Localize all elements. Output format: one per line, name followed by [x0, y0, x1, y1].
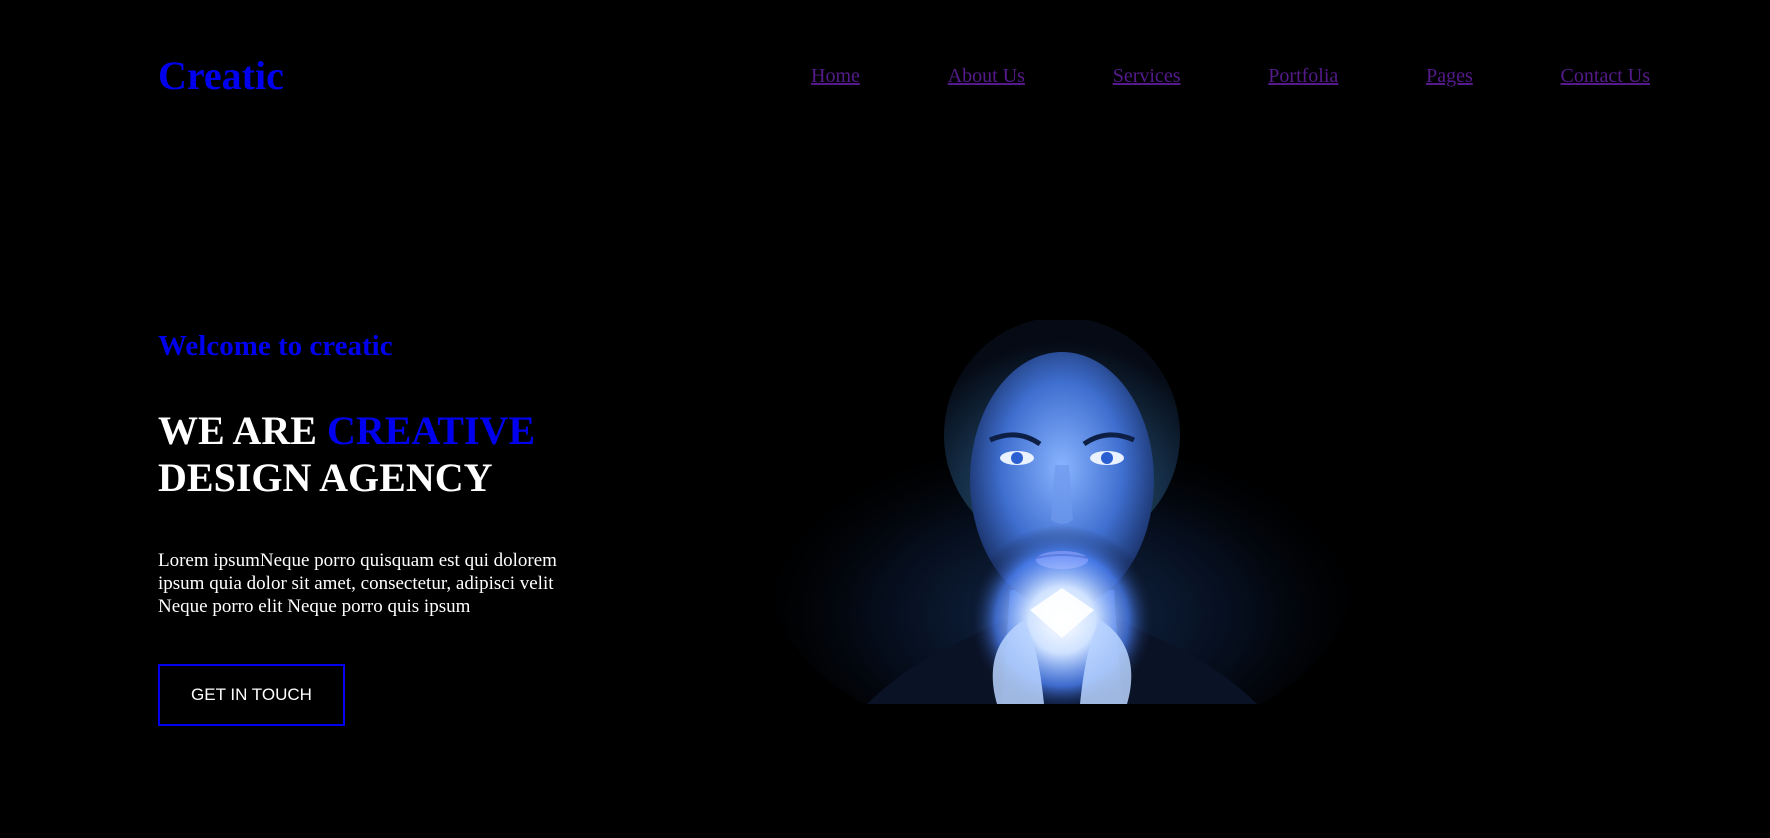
- nav-link-portfolio[interactable]: Portfolia: [1268, 65, 1338, 87]
- nav-link-about-us[interactable]: About Us: [948, 65, 1025, 87]
- nav-item-pages: Pages: [1426, 64, 1473, 88]
- nav-item-contact: Contact Us: [1561, 64, 1650, 88]
- hero-paragraph: Lorem ipsumNeque porro quisquam est qui …: [158, 550, 557, 617]
- welcome-heading: Welcome to creatic: [158, 330, 393, 362]
- site-logo[interactable]: Creatic: [158, 52, 284, 100]
- nav-link-home[interactable]: Home: [811, 65, 860, 87]
- headline-text-we-are: WE ARE: [158, 408, 327, 453]
- main-nav: Home About Us Services Portfolia Pages C…: [811, 64, 1650, 88]
- hero-headline: WE ARE CREATIVE DESIGN AGENCY: [158, 407, 535, 501]
- nav-link-pages[interactable]: Pages: [1426, 65, 1473, 87]
- headline-accent-creative: CREATIVE: [326, 408, 536, 453]
- nav-link-services[interactable]: Services: [1113, 65, 1181, 87]
- nav-item-portfolio: Portfolia: [1268, 64, 1338, 88]
- hero-portrait-image: [772, 320, 1352, 704]
- get-in-touch-button[interactable]: GET IN TOUCH: [158, 664, 345, 726]
- nav-link-contact-us[interactable]: Contact Us: [1561, 65, 1650, 87]
- nav-item-services: Services: [1113, 64, 1181, 88]
- nav-item-about: About Us: [948, 64, 1025, 88]
- headline-text-design-agency: DESIGN AGENCY: [158, 455, 493, 500]
- nav-item-home: Home: [811, 64, 860, 88]
